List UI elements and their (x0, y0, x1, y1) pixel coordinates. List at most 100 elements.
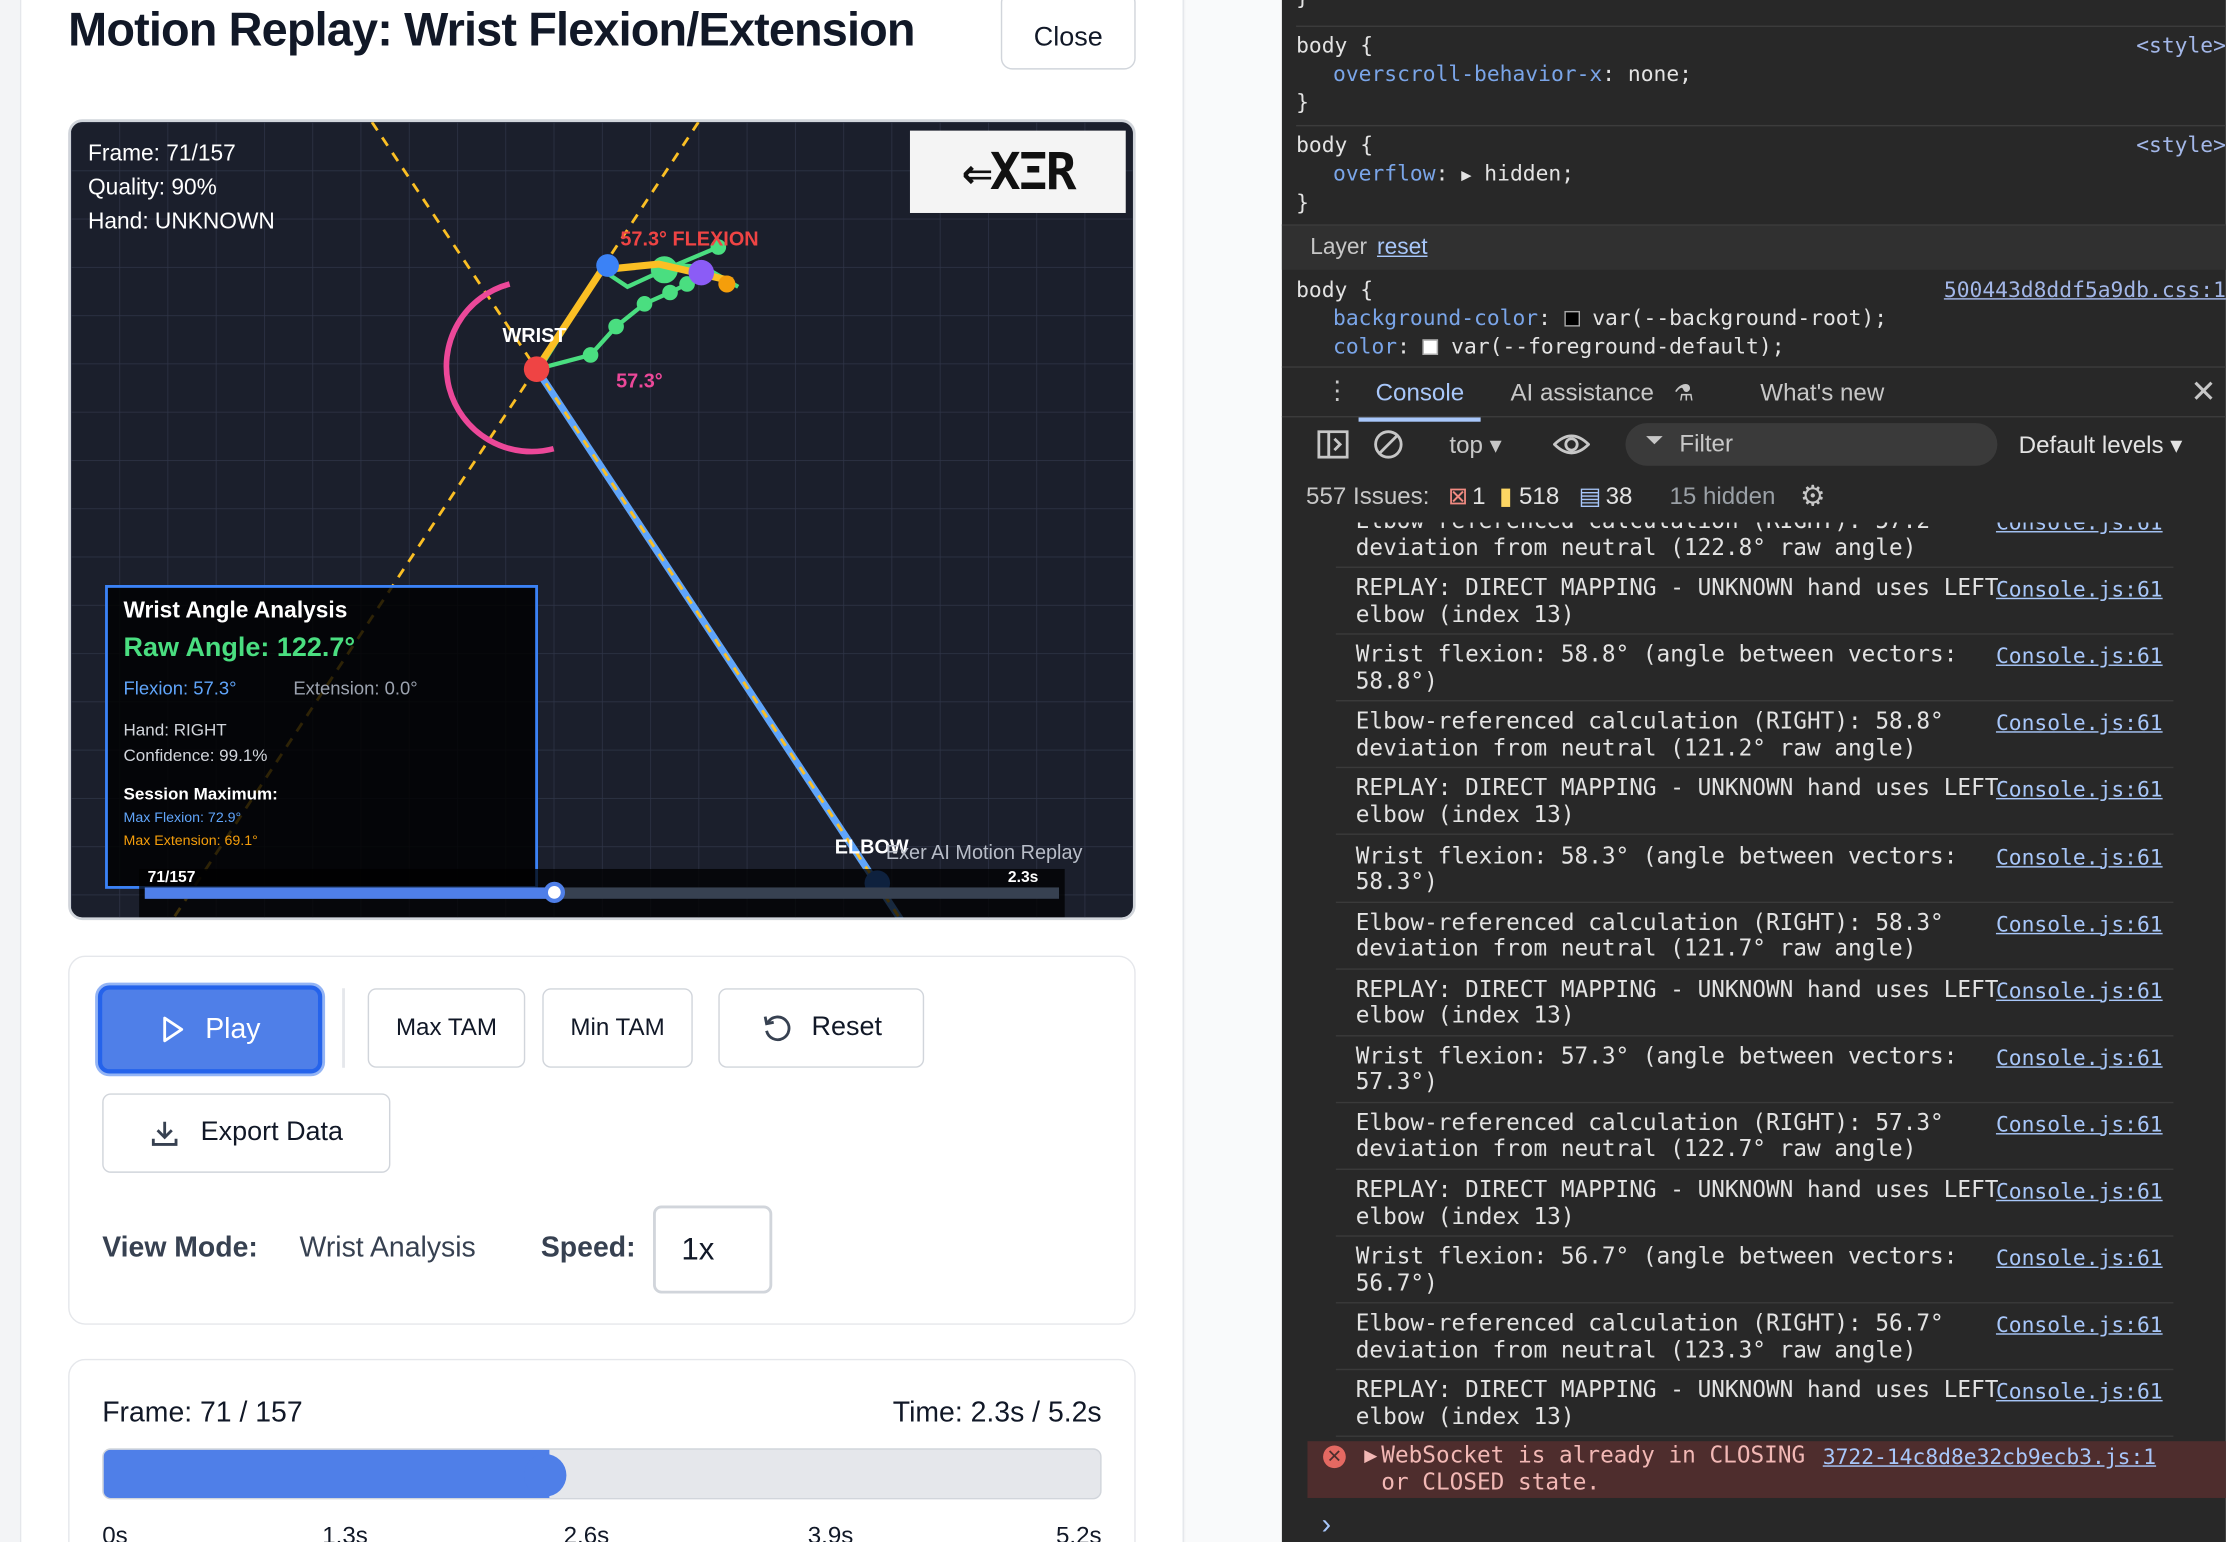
context-select[interactable]: top ▾ (1449, 432, 1501, 460)
console-message: Elbow-referenced calculation (RIGHT): 58… (1355, 707, 1944, 761)
console-messages: Elbow-referenced calculation (RIGHT): 57… (1282, 523, 2226, 1443)
reset-button[interactable]: Reset (718, 988, 925, 1068)
tab-whats-new[interactable]: What's new (1760, 379, 1884, 407)
canvas-scrubber[interactable]: 71/157 2.3s (139, 868, 1065, 918)
message-divider (1335, 1101, 2174, 1103)
console-source-link[interactable]: Console.js:61 (1996, 844, 2163, 870)
console-source-link[interactable]: Console.js:61 (1996, 777, 2163, 803)
timeline-time: Time: 2.3s / 5.2s (892, 1397, 1102, 1429)
layer-reset-link[interactable]: reset (1377, 236, 1428, 262)
export-data-button[interactable]: Export Data (102, 1093, 391, 1173)
console-source-link[interactable]: Console.js:61 (1996, 978, 2163, 1004)
console-source-link[interactable]: Console.js:61 (1996, 1245, 2163, 1271)
console-message: Wrist flexion: 56.7° (angle between vect… (1355, 1242, 1958, 1296)
view-mode-value[interactable]: Wrist Analysis (300, 1232, 476, 1265)
console-message: Wrist flexion: 58.8° (angle between vect… (1355, 640, 1958, 694)
export-label: Export Data (200, 1117, 344, 1148)
error-icon: ✕ (1323, 1445, 1346, 1469)
console-prompt[interactable]: › (1322, 1509, 1331, 1542)
play-label: Play (205, 1013, 261, 1045)
style-source[interactable]: <style> (2136, 131, 2226, 159)
console-toolbar: top ▾ ⏷ Filter Default levels ▾ (1282, 417, 2226, 471)
play-icon (162, 1016, 183, 1043)
fingertip-marker (718, 275, 736, 293)
max-flexion: Max Flexion: 72.9° (123, 810, 242, 827)
error-source-link[interactable]: 3722-14c8d8e32cb9ecb3.js:1 (1823, 1444, 2156, 1470)
message-divider (1335, 767, 2174, 769)
console-message: REPLAY: DIRECT MAPPING - UNKNOWN hand us… (1355, 1175, 1999, 1229)
quality-overlay: Quality: 90% (88, 176, 217, 201)
style-source[interactable]: <style> (2136, 31, 2226, 59)
thumb-joint (596, 254, 619, 277)
console-source-link[interactable]: Console.js:61 (1996, 1045, 2163, 1071)
console-source-link[interactable]: Console.js:61 (1996, 523, 2163, 536)
console-message: Elbow-referenced calculation (RIGHT): 56… (1355, 1309, 1944, 1363)
filter-icon: ⏷ (1645, 428, 1664, 453)
message-divider (1335, 566, 2174, 568)
more-tabs-icon[interactable]: ⋮ (1324, 376, 1350, 406)
clear-console-icon[interactable] (1373, 429, 1404, 460)
message-divider (1335, 1302, 2174, 1304)
style-rule[interactable]: body { background-color: var(--backgroun… (1296, 275, 2226, 360)
frame-overlay: Frame: 71/157 (88, 141, 236, 167)
scrubber-fill (144, 887, 554, 899)
reset-label: Reset (811, 1012, 883, 1043)
console-source-link[interactable]: Console.js:61 (1996, 710, 2163, 736)
error-message[interactable]: ✕ ▶ WebSocket is already in CLOSING or C… (1307, 1441, 2226, 1498)
hand-overlay: Hand: UNKNOWN (88, 210, 275, 235)
settings-gear-icon[interactable]: ⚙ (1800, 479, 1825, 514)
play-button[interactable]: Play (97, 985, 323, 1074)
flexion-label: 57.3° FLEXION (620, 227, 759, 250)
speed-select[interactable]: 1x (653, 1205, 773, 1294)
analysis-hand: Hand: RIGHT (123, 719, 227, 740)
sidebar-toggle-icon[interactable] (1317, 430, 1349, 459)
console-source-link[interactable]: Console.js:61 (1996, 911, 2163, 937)
flexion-value: Flexion: 57.3° (123, 677, 237, 699)
close-button[interactable]: Close (1000, 0, 1136, 70)
download-icon (152, 1121, 178, 1146)
tab-ai-assistance[interactable]: AI assistance (1510, 379, 1654, 407)
message-divider (1335, 1435, 2174, 1438)
message-divider (1335, 1235, 2174, 1237)
message-divider (1335, 967, 2174, 970)
app-pane: Motion Replay: Wrist Flexion/Extension C… (0, 0, 1282, 1542)
close-drawer-icon[interactable]: ✕ (2190, 373, 2216, 410)
filter-input[interactable]: ⏷ Filter (1625, 423, 1998, 466)
console-source-link[interactable]: Console.js:61 (1996, 1112, 2163, 1138)
log-levels-select[interactable]: Default levels ▾ (2019, 432, 2183, 460)
console-message: Elbow-referenced calculation (RIGHT): 57… (1355, 1108, 1944, 1163)
session-maximum-heading: Session Maximum: (123, 783, 278, 804)
timeline-frame: Frame: 71 / 157 (102, 1397, 303, 1429)
wrist-label: WRIST (502, 323, 567, 347)
angle-label: 57.3° (616, 369, 663, 392)
extension-value: Extension: 0.0° (293, 677, 418, 699)
console-source-link[interactable]: Console.js:61 (1996, 1179, 2163, 1205)
tab-console[interactable]: Console (1358, 379, 1482, 422)
style-rule[interactable]: body { overflow: ▶ hidden; } <style> (1296, 131, 2226, 218)
style-rule[interactable]: body { overscroll-behavior-x: none; } <s… (1296, 31, 2226, 116)
console-source-link[interactable]: Console.js:61 (1996, 1379, 2163, 1405)
style-source[interactable]: 500443d8ddf5a9db.css:1 (1944, 275, 2226, 303)
page-gutter (1185, 0, 1282, 1542)
console-source-link[interactable]: Console.js:61 (1996, 643, 2163, 669)
replay-canvas[interactable]: Frame: 71/157 Quality: 90% Hand: UNKNOWN… (68, 119, 1136, 921)
finger-joint (688, 259, 715, 286)
max-tam-button[interactable]: Max TAM (367, 988, 526, 1068)
issues-bar[interactable]: 557 Issues: ⊠ 1 ▮ 518 ▤ 38 15 hidden ⚙ (1282, 477, 2226, 517)
scrubber-track[interactable] (144, 881, 1060, 904)
layer-row: Layer reset (1281, 224, 2226, 270)
eye-icon[interactable] (1553, 432, 1590, 458)
timeline-progress[interactable] (102, 1448, 1102, 1500)
timeline-handle[interactable] (523, 1453, 567, 1497)
info-count-icon: ▤ (1578, 482, 1602, 510)
console-source-link[interactable]: Console.js:61 (1996, 577, 2163, 603)
min-tam-button[interactable]: Min TAM (542, 988, 693, 1068)
reset-icon (763, 1015, 790, 1042)
tick-label: 2.6s (563, 1522, 610, 1542)
console-source-link[interactable]: Console.js:61 (1996, 1312, 2163, 1338)
message-divider (1335, 633, 2174, 635)
scrubber-handle[interactable] (543, 881, 565, 904)
devtools-drawer-tabs: ⋮ Console AI assistance ⚗ What's new ✕ (1281, 366, 2226, 422)
view-mode-label: View Mode: (102, 1232, 258, 1264)
max-extension: Max Extension: 69.1° (123, 833, 258, 850)
